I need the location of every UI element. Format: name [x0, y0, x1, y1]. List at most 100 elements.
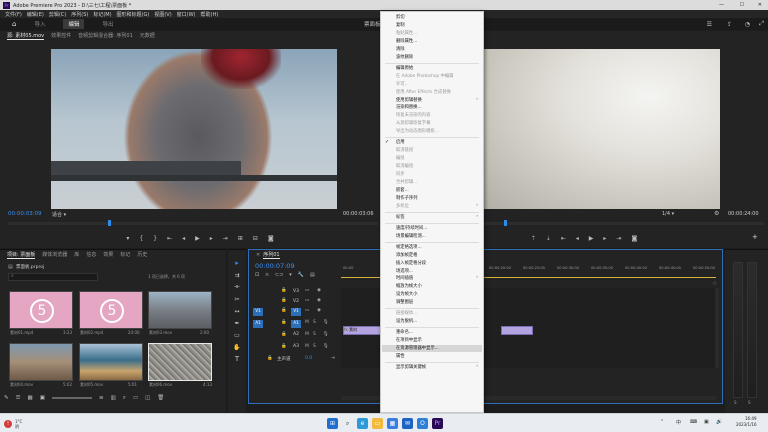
home-icon[interactable]: ⌂: [12, 20, 16, 28]
tab-sequence[interactable]: 序列01: [263, 251, 280, 259]
tab-effects[interactable]: 效果: [103, 251, 113, 258]
input-lang[interactable]: 中: [676, 419, 681, 426]
menu-edit[interactable]: 编辑(E): [27, 11, 44, 18]
track-lock-icon[interactable]: 🔒: [281, 298, 287, 303]
icon-view-icon[interactable]: ▦: [28, 395, 33, 401]
solo-button[interactable]: S: [313, 344, 316, 349]
track-label[interactable]: A1: [291, 320, 301, 328]
ripple-edit-icon[interactable]: ⟛: [231, 282, 243, 292]
context-menu-item[interactable]: 重命名...: [396, 329, 413, 336]
zoom-slider[interactable]: [51, 397, 92, 399]
context-menu-item[interactable]: 插入帧定格分段: [396, 260, 426, 267]
project-item-thumb[interactable]: [79, 343, 143, 381]
context-menu-item[interactable]: 场选项...: [396, 268, 413, 275]
track-lock-icon[interactable]: 🔒: [281, 288, 287, 293]
context-menu-item[interactable]: 剪切: [396, 14, 405, 21]
timeline-scrollbar-v[interactable]: [715, 288, 719, 368]
tab-media-browser[interactable]: 媒体浏览器: [42, 251, 67, 258]
workspaces-icon[interactable]: ☰: [707, 21, 712, 28]
razor-icon[interactable]: ✂: [231, 294, 243, 304]
timeline-scroll-right[interactable]: ○: [713, 280, 717, 285]
context-menu-item[interactable]: 使用剪辑替换: [396, 97, 422, 104]
ime-icon[interactable]: ⌨: [690, 419, 697, 425]
meter-solo-left[interactable]: S: [734, 400, 737, 405]
timeline-timecode[interactable]: 00:00:07:09: [255, 262, 295, 270]
menu-clip[interactable]: 剪辑(C): [49, 11, 66, 18]
quick-export-icon[interactable]: ⇪: [727, 21, 732, 28]
track-lock-icon[interactable]: 🔒: [281, 320, 287, 325]
project-item-thumb-selected[interactable]: [148, 343, 212, 381]
program-fit-select[interactable]: 1/4 ▾: [662, 211, 674, 217]
context-menu-item[interactable]: 调整图层: [396, 299, 413, 306]
solo-button[interactable]: S: [313, 320, 316, 325]
nest-icon[interactable]: ⊡: [255, 272, 259, 278]
tab-info[interactable]: 信息: [86, 251, 96, 258]
context-menu-item[interactable]: 速度/持续时间...: [396, 225, 427, 232]
lift-icon[interactable]: ⇡: [531, 235, 536, 242]
project-item-thumb[interactable]: [148, 291, 212, 329]
track-label[interactable]: V1: [291, 308, 301, 316]
mute-button[interactable]: M: [305, 332, 309, 337]
go-to-in-icon[interactable]: ⇤: [561, 235, 566, 242]
snap-icon[interactable]: ∩: [265, 272, 269, 278]
camera-icon[interactable]: ◙: [268, 235, 274, 242]
list-view-icon[interactable]: ☰: [16, 395, 21, 401]
master-skip-icon[interactable]: ⇥: [331, 356, 335, 361]
slip-icon[interactable]: ↔: [231, 306, 243, 316]
rectangle-icon[interactable]: ▭: [231, 330, 243, 340]
mic-icon[interactable]: 🎙: [323, 332, 329, 337]
source-playhead[interactable]: [108, 220, 111, 226]
fullscreen-icon[interactable]: ⤢: [759, 20, 764, 28]
program-video-frame[interactable]: [484, 49, 720, 209]
overwrite-icon[interactable]: ⊟: [253, 235, 258, 242]
explorer-icon[interactable]: ▭: [372, 418, 383, 429]
mute-button[interactable]: M: [305, 344, 309, 349]
track-lock-icon[interactable]: 🔒: [281, 308, 287, 313]
menu-window[interactable]: 窗口(W): [177, 11, 196, 18]
mail-icon[interactable]: ✉: [402, 418, 413, 429]
step-forward-icon[interactable]: ▸: [603, 235, 606, 242]
go-to-in-icon[interactable]: ⇤: [167, 235, 172, 242]
outlook-icon[interactable]: O: [417, 418, 428, 429]
track-sync-icon[interactable]: ▭: [305, 298, 309, 303]
context-menu-item[interactable]: 编辑原始: [396, 65, 413, 72]
camera-icon[interactable]: ◙: [631, 235, 637, 242]
source-patch-v1[interactable]: V1: [253, 308, 263, 316]
mic-icon[interactable]: 🎙: [323, 320, 329, 325]
project-item-thumb[interactable]: 5: [79, 291, 143, 329]
store-icon[interactable]: ▦: [387, 418, 398, 429]
project-search-input[interactable]: [8, 273, 98, 281]
context-menu-item[interactable]: 标签: [396, 214, 405, 221]
solo-button[interactable]: S: [313, 332, 316, 337]
context-menu-item[interactable]: 设为脱机...: [396, 318, 417, 325]
tab-import[interactable]: 导入: [34, 20, 45, 28]
insert-icon[interactable]: ⊞: [238, 235, 243, 242]
track-eye-icon[interactable]: ◉: [317, 298, 321, 303]
sort-icon[interactable]: ≡: [99, 395, 104, 401]
context-menu-item[interactable]: 时间插值: [396, 275, 413, 282]
menu-sequence[interactable]: 序列(S): [71, 11, 88, 18]
source-patch-a1[interactable]: A1: [253, 320, 263, 328]
hand-icon[interactable]: ✋: [231, 342, 243, 352]
find-icon[interactable]: ⌕: [123, 395, 126, 402]
tab-history[interactable]: 历史: [137, 251, 147, 258]
mic-icon[interactable]: 🎙: [323, 344, 329, 349]
clip[interactable]: [501, 326, 533, 335]
maximize-button[interactable]: ☐: [740, 2, 744, 8]
context-menu-item[interactable]: 属性: [396, 353, 405, 360]
menu-markers[interactable]: 标记(M): [93, 11, 111, 18]
new-item-icon[interactable]: ◫: [145, 395, 150, 401]
menu-view[interactable]: 视图(V): [154, 11, 171, 18]
pen-icon[interactable]: ✒: [231, 318, 243, 328]
tab-edit[interactable]: 编辑: [63, 19, 85, 29]
type-icon[interactable]: T: [231, 354, 243, 364]
close-button[interactable]: ✕: [758, 2, 762, 8]
weather-widget[interactable]: ! 1°C 阴: [4, 416, 22, 431]
project-item-thumb[interactable]: 5: [9, 291, 73, 329]
tab-project[interactable]: 项目: 票面板: [7, 251, 36, 259]
meter-solo-right[interactable]: S: [748, 400, 751, 405]
source-timecode-in[interactable]: 00:00:03:09: [8, 211, 42, 217]
search-icon[interactable]: ⌕: [342, 418, 353, 429]
context-menu-item[interactable]: 渲染和替换...: [396, 104, 422, 111]
track-lock-icon[interactable]: 🔒: [281, 344, 287, 349]
